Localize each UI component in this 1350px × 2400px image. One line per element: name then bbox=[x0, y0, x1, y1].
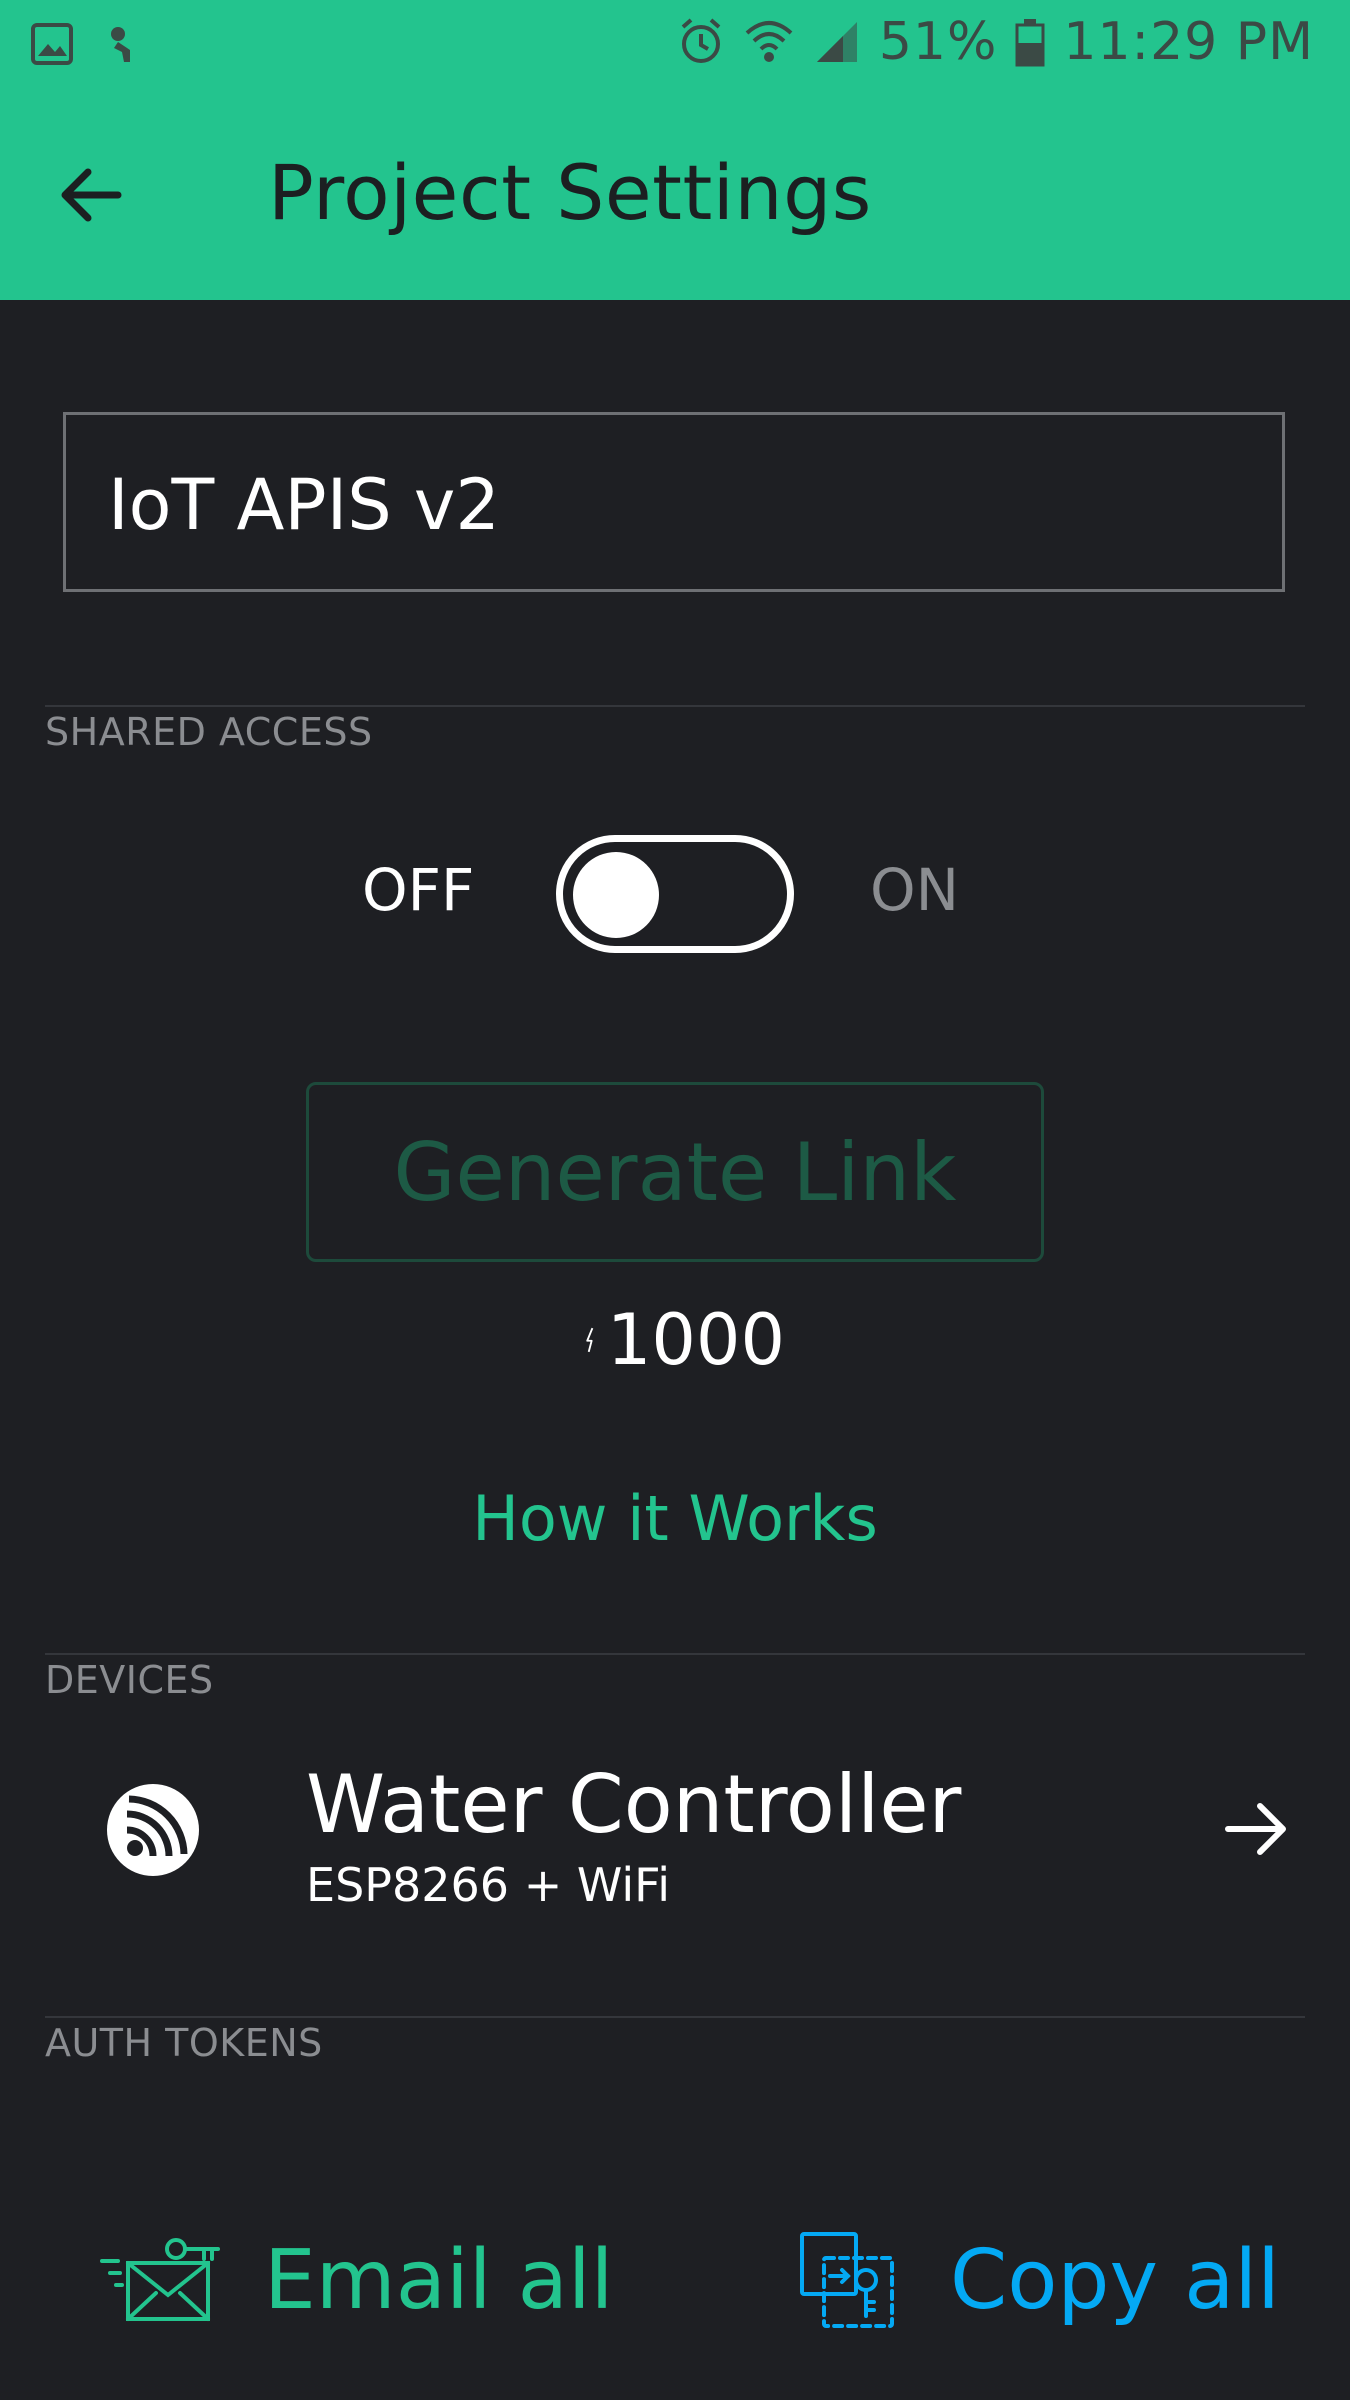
divider bbox=[45, 705, 1305, 707]
toggle-knob bbox=[573, 852, 659, 938]
generate-link-button[interactable]: Generate Link bbox=[306, 1082, 1044, 1262]
shared-access-toggle[interactable] bbox=[556, 835, 794, 953]
divider bbox=[45, 1653, 1305, 1655]
toggle-on-label: ON bbox=[870, 856, 960, 924]
copy-all-label: Copy all bbox=[950, 2232, 1280, 2328]
device-row-water-controller[interactable]: Water Controller ESP8266 + WiFi bbox=[0, 1740, 1350, 1930]
email-all-label: Email all bbox=[264, 2232, 614, 2328]
status-bar: 51% 11:29 PM bbox=[0, 0, 1350, 90]
email-key-icon bbox=[100, 2238, 220, 2321]
notification-icon bbox=[111, 27, 130, 62]
divider bbox=[45, 2016, 1305, 2018]
wifi-icon bbox=[745, 21, 793, 62]
device-type: ESP8266 + WiFi bbox=[306, 1858, 671, 1912]
project-name-input[interactable] bbox=[108, 455, 1238, 555]
lightning-icon bbox=[586, 1327, 594, 1353]
image-icon bbox=[31, 23, 73, 65]
esp-wifi-icon bbox=[107, 1784, 199, 1876]
signal-icon bbox=[816, 22, 857, 62]
arrow-left-icon[interactable] bbox=[56, 160, 126, 230]
toggle-off-label: OFF bbox=[362, 856, 475, 924]
email-all-button[interactable]: Email all bbox=[100, 2210, 613, 2350]
copy-key-icon bbox=[800, 2232, 894, 2328]
alarm-icon bbox=[681, 18, 721, 63]
section-label-devices: DEVICES bbox=[45, 1658, 214, 1702]
how-it-works-link[interactable]: How it Works bbox=[0, 1482, 1350, 1555]
arrow-right-icon[interactable] bbox=[1222, 1794, 1292, 1864]
device-name: Water Controller bbox=[306, 1758, 962, 1851]
energy-value: 1000 bbox=[606, 1299, 785, 1381]
page-title: Project Settings bbox=[268, 148, 872, 237]
section-label-auth-tokens: AUTH TOKENS bbox=[45, 2021, 323, 2065]
app-bar: 51% 11:29 PM Project Settings bbox=[0, 0, 1350, 300]
project-name-field[interactable] bbox=[63, 412, 1285, 592]
energy-cost: 1000 bbox=[585, 1299, 785, 1381]
battery-icon bbox=[1015, 19, 1045, 67]
clock: 11:29 PM bbox=[1063, 12, 1314, 72]
battery-percent: 51% bbox=[878, 12, 998, 72]
copy-all-button[interactable]: Copy all bbox=[800, 2210, 1280, 2350]
section-label-shared-access: SHARED ACCESS bbox=[45, 710, 373, 754]
